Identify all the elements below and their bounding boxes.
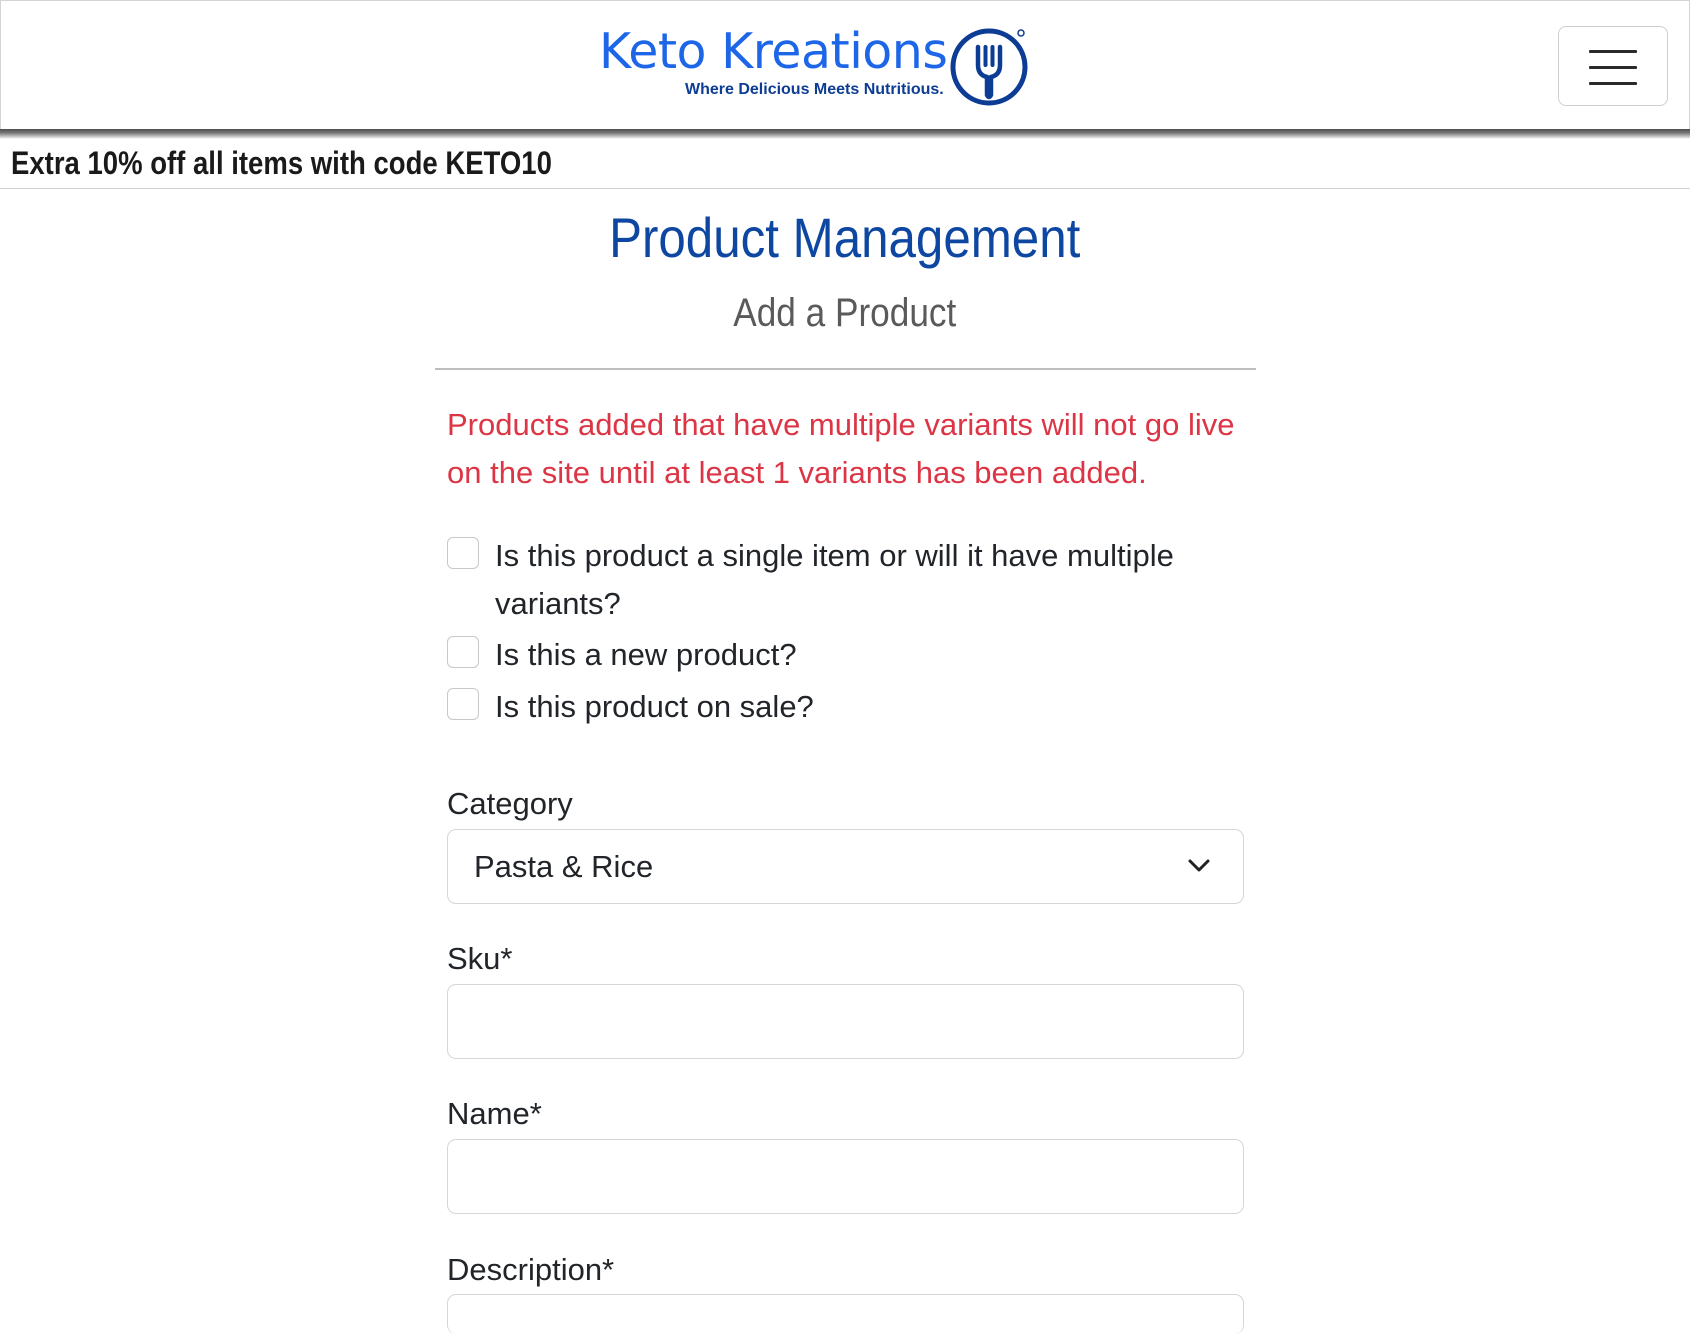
name-input[interactable] (447, 1139, 1244, 1214)
description-textarea[interactable] (447, 1294, 1244, 1334)
page-subtitle: Add a Product (733, 291, 957, 335)
brand-logo-link[interactable]: Keto Kreations Where Delicious Meets Nut… (599, 23, 1033, 111)
checkbox-row-variants: Is this product a single item or will it… (447, 532, 1237, 628)
description-label: Description* (447, 1252, 615, 1287)
checkbox-row-new: Is this a new product? (447, 631, 1237, 679)
category-select[interactable]: Pasta & Rice (447, 829, 1244, 904)
page-title: Product Management (609, 206, 1081, 269)
sku-input[interactable] (447, 984, 1244, 1059)
on-sale-checkbox-label[interactable]: Is this product on sale? (495, 683, 1215, 731)
new-product-checkbox-label[interactable]: Is this a new product? (495, 631, 1215, 679)
sku-label: Sku* (447, 941, 513, 976)
brand-tagline: Where Delicious Meets Nutritious. (685, 81, 944, 98)
navbar: Keto Kreations Where Delicious Meets Nut… (0, 0, 1690, 132)
variants-checkbox[interactable] (447, 537, 479, 569)
fork-in-circle-icon (950, 28, 1028, 106)
name-label: Name* (447, 1096, 542, 1131)
divider (435, 368, 1256, 370)
on-sale-checkbox[interactable] (447, 688, 479, 720)
category-selected-value: Pasta & Rice (474, 849, 654, 884)
promo-text: Extra 10% off all items with code KETO10 (11, 145, 552, 181)
brand-name: Keto Kreations (599, 23, 948, 80)
hamburger-menu-icon (1589, 50, 1637, 53)
navbar-shadow (0, 129, 1690, 139)
variants-warning: Products added that have multiple varian… (447, 407, 1235, 490)
promo-banner: Extra 10% off all items with code KETO10 (0, 139, 1690, 189)
chevron-down-icon (1188, 859, 1210, 872)
hamburger-menu-button[interactable] (1558, 26, 1668, 106)
category-label: Category (447, 786, 573, 821)
checkbox-row-sale: Is this product on sale? (447, 683, 1237, 731)
variants-checkbox-label[interactable]: Is this product a single item or will it… (495, 532, 1215, 628)
new-product-checkbox[interactable] (447, 636, 479, 668)
